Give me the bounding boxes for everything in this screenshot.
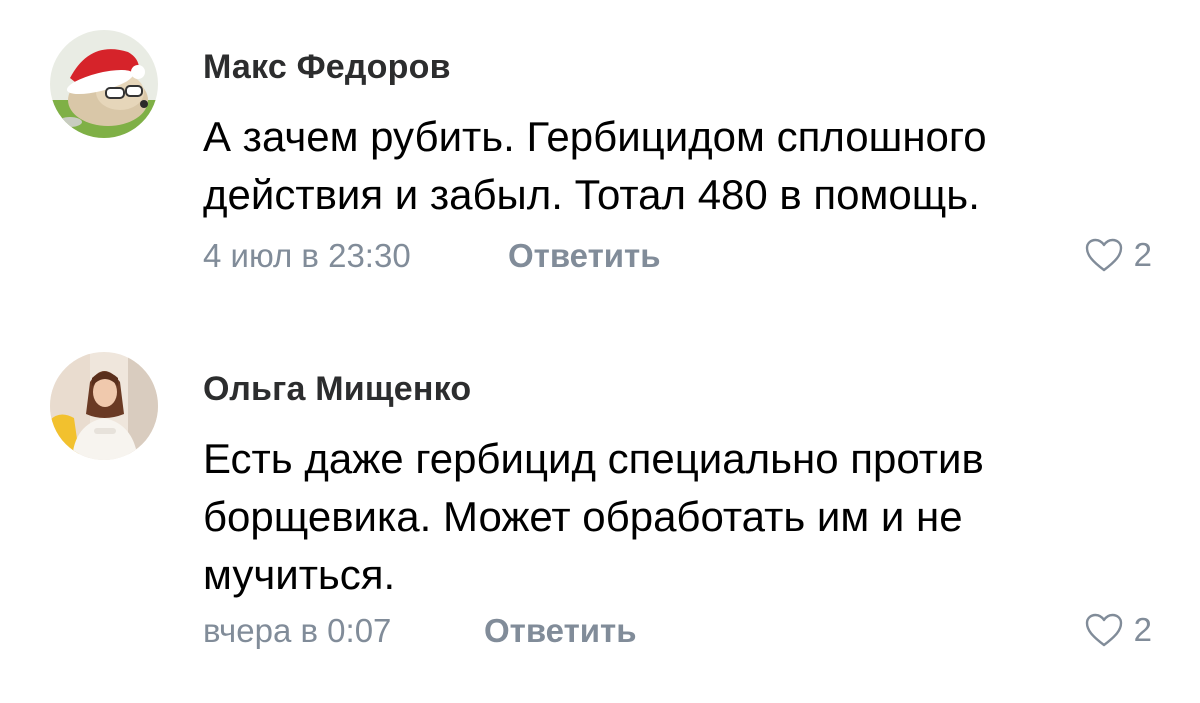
reply-button[interactable]: Ответить: [508, 237, 661, 275]
heart-outline-icon: [1085, 613, 1122, 647]
avatar-dog-santa-hat-icon: [50, 30, 158, 138]
avatar[interactable]: [50, 352, 158, 460]
comment-item: Макс Федоров А зачем рубить. Гербицидом …: [0, 0, 1200, 320]
reply-button[interactable]: Ответить: [484, 612, 637, 650]
like-count: 2: [1133, 236, 1152, 273]
avatar-woman-photo-icon: [50, 352, 158, 460]
comment-text: Есть даже гербицид специально против бор…: [203, 435, 984, 598]
comment-text: А зачем рубить. Гербицидом сплошного дей…: [203, 113, 987, 218]
avatar[interactable]: [50, 30, 158, 138]
comment-timestamp: 4 июл в 23:30: [203, 237, 411, 274]
comment-author[interactable]: Макс Федоров: [203, 48, 451, 87]
comment-item: Ольга Мищенко Есть даже гербицид специал…: [0, 320, 1200, 703]
comment-author[interactable]: Ольга Мищенко: [203, 370, 471, 409]
like-button[interactable]: 2: [1084, 611, 1152, 649]
comment-timestamp: вчера в 0:07: [203, 612, 392, 649]
like-count: 2: [1133, 611, 1152, 648]
heart-outline-icon: [1085, 238, 1122, 272]
like-button[interactable]: 2: [1084, 236, 1152, 274]
